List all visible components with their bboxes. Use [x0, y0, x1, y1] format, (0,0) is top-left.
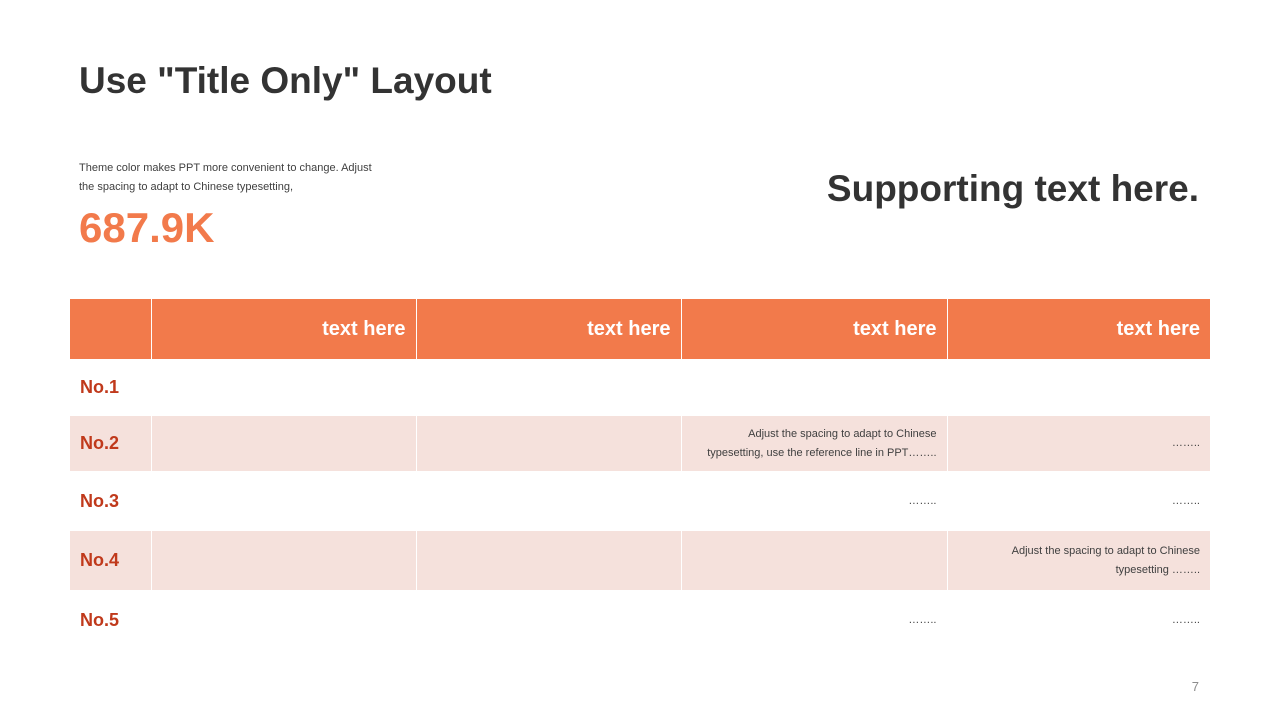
row-label: No.4 [70, 531, 152, 590]
table-row: No.1 [70, 359, 1210, 416]
description-text: Theme color makes PPT more convenient to… [79, 162, 372, 193]
header-cell: text here [151, 299, 417, 359]
table-cell [681, 359, 948, 416]
table-cell [151, 531, 417, 590]
table-cell [151, 590, 417, 650]
table-cell: …….. [947, 416, 1210, 471]
table-row: No.3 …….. …….. [70, 471, 1210, 531]
table-cell: …….. [1171, 494, 1200, 507]
row-label: No.1 [70, 359, 152, 416]
table-cell [681, 531, 948, 590]
table-cell: Adjust the spacing to adapt to Chinese t… [947, 531, 1210, 590]
supporting-text: Supporting text here. [826, 168, 1199, 209]
highlight-number: 687.9K [79, 204, 215, 251]
table-cell: …….. [1171, 613, 1200, 626]
row-label: No.5 [70, 590, 152, 650]
table-header-row: text here text here text here text here [70, 299, 1210, 359]
table-cell [416, 471, 682, 531]
table-cell [416, 359, 682, 416]
row-label: No.2 [70, 416, 152, 471]
header-cell-corner [70, 299, 152, 359]
slide-title: Use "Title Only" Layout [79, 60, 492, 101]
table-cell [416, 531, 682, 590]
table-row: No.2 Adjust the spacing to adapt to Chin… [70, 416, 1210, 471]
table-cell [151, 416, 417, 471]
table-cell: …….. [681, 471, 948, 531]
table-cell [151, 471, 417, 531]
table-cell [151, 359, 417, 416]
table-cell [947, 359, 1210, 416]
table-cell [416, 590, 682, 650]
page-number: 7 [1191, 679, 1199, 694]
table-cell: Adjust the spacing to adapt to Chinese t… [681, 416, 948, 471]
slide: Use "Title Only" Layout Theme color make… [0, 0, 1280, 720]
table-cell: …….. [681, 590, 948, 650]
data-table: text here text here text here text here … [70, 299, 1210, 650]
table-row: No.4 Adjust the spacing to adapt to Chin… [70, 531, 1210, 590]
header-cell: text here [416, 299, 682, 359]
table-cell [416, 416, 682, 471]
row-label: No.3 [70, 471, 152, 531]
header-cell: text here [681, 299, 948, 359]
table-row: No.5 …….. …….. [70, 590, 1210, 650]
header-cell: text here [947, 299, 1210, 359]
